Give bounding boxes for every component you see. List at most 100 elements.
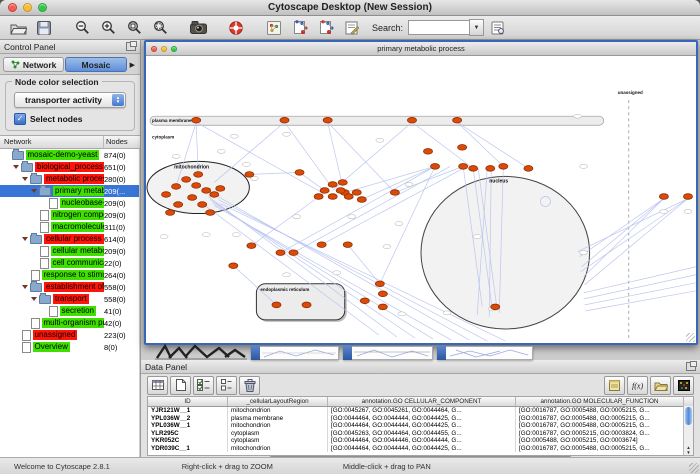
expand-triangle-icon[interactable] <box>22 285 28 289</box>
tree-row[interactable]: unassigned223(0) <box>0 329 139 341</box>
network-node[interactable] <box>194 172 203 178</box>
tree-col-nodes[interactable]: Nodes <box>104 136 140 148</box>
network-node[interactable] <box>247 243 256 249</box>
tree-row[interactable]: mosaic-demo-yeast874(0) <box>0 149 139 161</box>
search-input[interactable] <box>408 20 469 35</box>
network-node[interactable] <box>659 194 668 200</box>
network-node[interactable] <box>202 188 211 194</box>
network-node[interactable] <box>216 186 225 192</box>
network-node[interactable] <box>289 250 298 256</box>
tree-row[interactable]: nitrogen compo209(0) <box>0 209 139 221</box>
tree-row[interactable]: secretion41(0) <box>0 305 139 317</box>
zoom-in-icon[interactable] <box>96 18 120 38</box>
tree-row[interactable]: establishment of lo558(0) <box>0 281 139 293</box>
column-header[interactable]: ID <box>148 397 228 406</box>
network-node[interactable] <box>336 188 345 194</box>
annotation-doc-icon[interactable] <box>340 18 364 38</box>
search-dropdown-arrow[interactable]: ▼ <box>469 19 484 36</box>
network-node[interactable] <box>206 210 215 216</box>
expand-triangle-icon[interactable] <box>31 189 37 193</box>
tab-network[interactable]: Network <box>3 57 64 72</box>
table-row[interactable]: YDR039C__1mitochondrion[GO:0044464, GO:0… <box>148 445 693 453</box>
attribute-matrix-icon[interactable] <box>673 376 694 395</box>
network-node[interactable] <box>431 164 440 170</box>
network-canvas[interactable]: plasma membranecytoplasmmitochondrionnuc… <box>146 56 696 343</box>
float-panel-icon[interactable] <box>686 362 696 371</box>
background-window-3[interactable] <box>437 346 533 360</box>
network-node[interactable] <box>172 184 181 190</box>
help-lifering-icon[interactable] <box>224 18 248 38</box>
network-node[interactable] <box>245 172 254 178</box>
column-header[interactable]: annotation.GO CELLULAR_COMPONENT <box>328 397 516 406</box>
float-panel-icon[interactable] <box>126 42 136 51</box>
expand-triangle-icon[interactable] <box>13 165 19 169</box>
network-node[interactable] <box>276 250 285 256</box>
background-window-2[interactable] <box>343 346 433 360</box>
network-node[interactable] <box>459 164 468 170</box>
tree-col-network[interactable]: Network <box>0 136 104 148</box>
network-node[interactable] <box>328 194 337 200</box>
tree-row[interactable]: cellular metabo209(0) <box>0 245 139 257</box>
network-node[interactable] <box>182 177 191 183</box>
zoom-out-icon[interactable] <box>70 18 94 38</box>
network-node[interactable] <box>360 298 369 304</box>
network-node[interactable] <box>352 190 361 196</box>
tab-mosaic[interactable]: Mosaic <box>65 57 126 72</box>
network-node[interactable] <box>344 194 353 200</box>
delete-attribute-icon[interactable] <box>239 376 260 395</box>
snapshot-camera-icon[interactable] <box>186 18 210 38</box>
network-view-window[interactable]: primary metabolic process plasma membran… <box>144 40 698 345</box>
window-titlebar[interactable]: Cytoscape Desktop (New Session) <box>0 0 700 16</box>
tree-row[interactable]: multi-organism pro42(0) <box>0 317 139 329</box>
import-network-red-icon[interactable] <box>314 18 338 38</box>
canvas-resize-grip[interactable] <box>686 333 695 342</box>
select-attributes-icon[interactable] <box>193 376 214 395</box>
background-window-1[interactable] <box>251 346 339 360</box>
create-attribute-icon[interactable] <box>170 376 191 395</box>
tree-row[interactable]: Overview8(0) <box>0 341 139 353</box>
network-node[interactable] <box>280 117 289 123</box>
scrollbar-arrows[interactable]: ▲▼ <box>684 445 693 455</box>
network-node[interactable] <box>338 180 347 186</box>
open-session-icon[interactable] <box>6 18 30 38</box>
unselect-attributes-icon[interactable] <box>216 376 237 395</box>
save-session-icon[interactable] <box>32 18 56 38</box>
tab-overflow-arrow[interactable]: ▶ <box>128 61 137 69</box>
edit-notes-icon[interactable] <box>604 376 625 395</box>
network-node[interactable] <box>390 190 399 196</box>
network-node[interactable] <box>323 117 332 123</box>
plasma-membrane-region[interactable] <box>150 116 604 125</box>
compartment-ellipse[interactable] <box>421 176 590 329</box>
tree-row[interactable]: transport558(0) <box>0 293 139 305</box>
network-node[interactable] <box>375 281 384 287</box>
network-node[interactable] <box>188 195 197 201</box>
tree-row[interactable]: primary metabolic209(... <box>0 185 139 197</box>
network-node[interactable] <box>210 192 219 198</box>
network-node[interactable] <box>499 164 508 170</box>
attribute-table-icon[interactable] <box>147 376 168 395</box>
network-node[interactable] <box>192 117 201 123</box>
scrollbar-thumb[interactable] <box>685 407 692 425</box>
network-node[interactable] <box>357 197 366 203</box>
table-row[interactable]: YKR052Ccytoplasm[GO:0044464, GO:0044446,… <box>148 437 693 445</box>
network-node[interactable] <box>486 166 495 172</box>
network-node[interactable] <box>453 117 462 123</box>
network-node[interactable] <box>469 166 478 172</box>
zoom-selected-icon[interactable] <box>148 18 172 38</box>
tree-row[interactable]: cellular process614(0) <box>0 233 139 245</box>
network-node[interactable] <box>314 194 323 200</box>
network-node[interactable] <box>272 302 281 308</box>
network-image-icon[interactable] <box>262 18 286 38</box>
network-node[interactable] <box>174 202 183 208</box>
import-network-blue-icon[interactable] <box>288 18 312 38</box>
expand-triangle-icon[interactable] <box>31 297 37 301</box>
network-node[interactable] <box>424 149 433 155</box>
advanced-search-doc-icon[interactable] <box>486 18 510 38</box>
expand-triangle-icon[interactable] <box>22 237 28 241</box>
network-node[interactable] <box>317 242 326 248</box>
tree-row[interactable]: nucleobase-con209(0) <box>0 197 139 209</box>
table-row[interactable]: YPL036W__2plasma membrane[GO:0044464, GO… <box>148 415 693 423</box>
network-node[interactable] <box>198 202 207 208</box>
network-node[interactable] <box>162 192 171 198</box>
table-row[interactable]: YLR295Ccytoplasm[GO:0045263, GO:0044464,… <box>148 430 693 438</box>
